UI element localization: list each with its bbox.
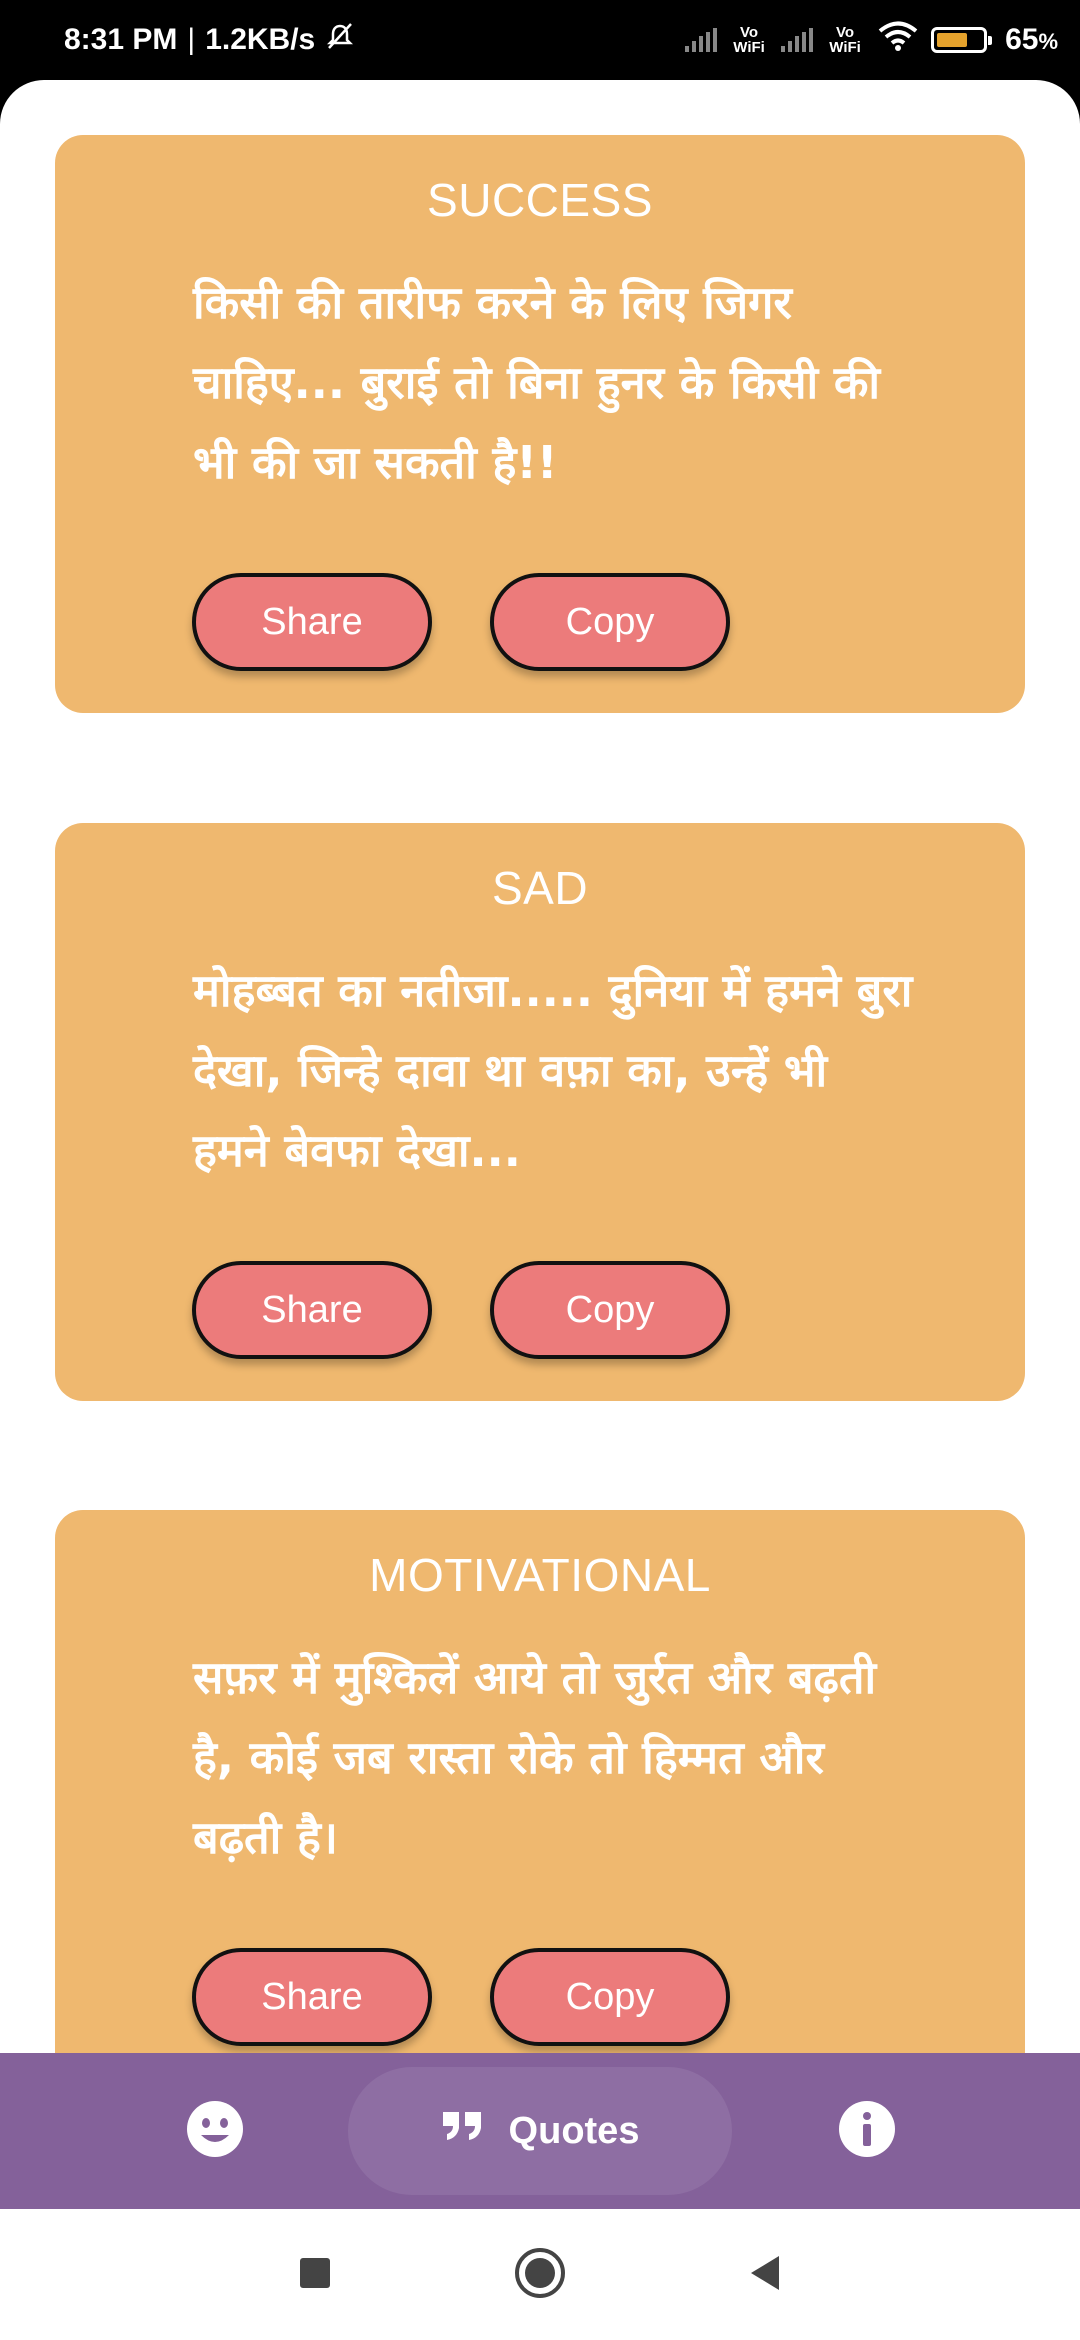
copy-button[interactable]: Copy [490, 1948, 730, 2046]
info-icon [837, 2099, 897, 2163]
quote-card: SUCCESS किसी की तारीफ करने के लिए जिगर च… [55, 135, 1025, 713]
battery-icon [931, 27, 993, 53]
status-time: 8:31 PM [64, 23, 178, 56]
quotes-list[interactable]: SUCCESS किसी की तारीफ करने के लिए जिगर च… [0, 80, 1080, 2055]
recent-apps-button[interactable] [285, 2209, 345, 2340]
quote-category-title: MOTIVATIONAL [369, 1549, 711, 1601]
quote-category-title: SAD [491, 862, 589, 914]
status-bar: 8:31 PM | 1.2KB/s Vo WiFi Vo WiFi 65% [0, 0, 1080, 80]
share-button[interactable]: Share [192, 573, 432, 671]
quote-card: MOTIVATIONAL सफ़र में मुश्किलें आये तो ज… [55, 1510, 1025, 2055]
nav-info[interactable] [822, 2053, 912, 2209]
status-right: Vo WiFi Vo WiFi 65% [685, 0, 1058, 80]
network-speed: 1.2KB/s [205, 23, 316, 56]
system-navigation-bar [0, 2209, 1080, 2340]
nav-quotes[interactable]: Quotes [348, 2067, 732, 2195]
status-left: 8:31 PM | 1.2KB/s [64, 0, 355, 80]
recent-apps-icon [298, 2256, 332, 2294]
status-separator: | [187, 23, 196, 56]
share-button[interactable]: Share [192, 1261, 432, 1359]
quote-text: सफ़र में मुश्किलें आये तो जुर्रत और बढ़त… [193, 1651, 877, 1864]
share-button[interactable]: Share [192, 1948, 432, 2046]
quote-text: किसी की तारीफ करने के लिए जिगर चाहिए... … [193, 276, 881, 489]
signal-icon [685, 28, 718, 52]
copy-button[interactable]: Copy [490, 1261, 730, 1359]
emoji-icon [185, 2099, 245, 2163]
signal-icon-2 [781, 28, 814, 52]
home-icon [514, 2247, 566, 2303]
quote-card: SAD मोहब्बत का नतीजा..... दुनिया में हमन… [55, 823, 1025, 1401]
alarm-off-icon [325, 21, 355, 59]
nav-emoji[interactable] [170, 2053, 260, 2209]
wifi-icon [877, 20, 919, 60]
back-icon [747, 2253, 783, 2297]
battery-percent: 65% [1005, 23, 1058, 56]
home-button[interactable] [510, 2209, 570, 2340]
quote-icon [441, 2108, 485, 2154]
volte-label-2: Vo WiFi [829, 24, 861, 56]
quote-category-title: SUCCESS [427, 174, 653, 226]
volte-label-1: Vo WiFi [733, 24, 765, 56]
quote-text: मोहब्बत का नतीजा..... दुनिया में हमने बु… [193, 964, 913, 1177]
nav-quotes-label: Quotes [508, 2109, 640, 2152]
bottom-navigation: Quotes [0, 2053, 1080, 2209]
back-button[interactable] [735, 2209, 795, 2340]
copy-button[interactable]: Copy [490, 573, 730, 671]
